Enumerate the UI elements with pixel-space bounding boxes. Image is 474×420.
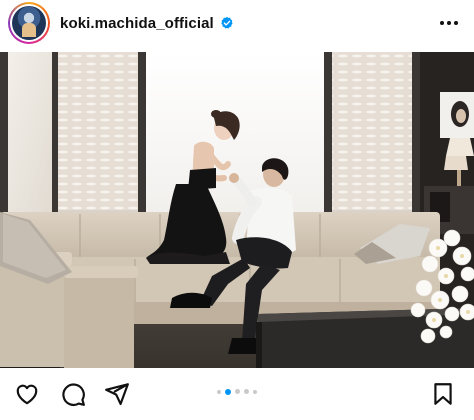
action-bar <box>0 368 474 420</box>
carousel-indicator <box>0 388 474 395</box>
username[interactable]: koki.machida_official <box>60 15 214 32</box>
dot <box>447 21 451 25</box>
verified-badge-icon <box>221 16 233 29</box>
avatar[interactable] <box>12 6 46 40</box>
dot <box>440 21 444 25</box>
carousel-dot <box>217 389 221 394</box>
carousel-dot-active <box>225 388 231 395</box>
post-image <box>0 52 474 368</box>
bookmark-icon[interactable] <box>430 381 456 407</box>
dot <box>454 21 458 25</box>
post-photo[interactable] <box>0 52 474 368</box>
carousel-dot <box>235 389 240 394</box>
carousel-dot <box>253 389 257 394</box>
more-options-button[interactable] <box>436 17 462 29</box>
avatar-frame <box>10 4 48 42</box>
post-header: koki.machida_official <box>0 0 474 46</box>
story-ring[interactable] <box>8 2 50 44</box>
carousel-dot <box>244 389 249 394</box>
